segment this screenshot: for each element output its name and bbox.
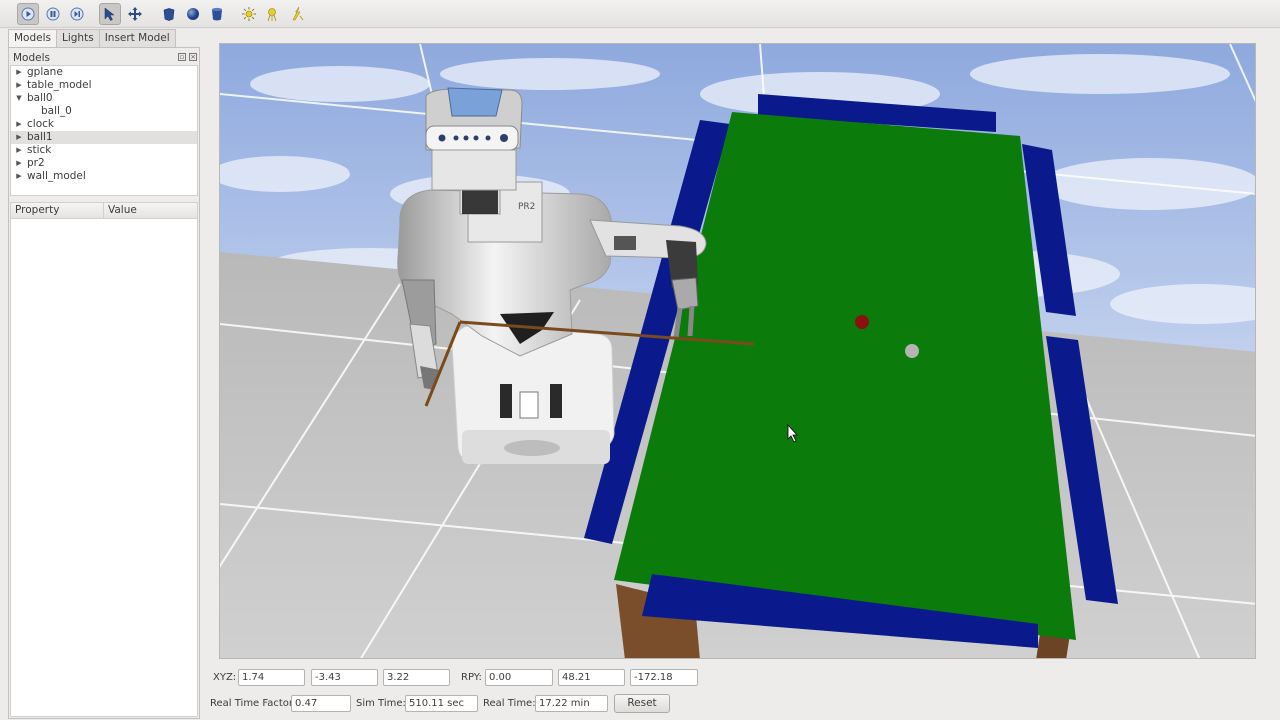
z-field[interactable]: 3.22 <box>383 669 450 686</box>
ball-white[interactable] <box>905 344 919 358</box>
time-bar: Real Time Factor: 0.47 Sim Time: 510.11 … <box>210 693 1264 715</box>
sim-time-label: Sim Time: <box>356 698 406 709</box>
step-icon <box>70 7 84 21</box>
expand-arrow-icon[interactable]: ▶ <box>14 131 24 144</box>
panel-tabs: Models Lights Insert Model <box>8 29 176 48</box>
xyz-label: XYZ: <box>213 672 237 683</box>
sim-time-field: 510.11 sec <box>405 695 478 712</box>
expand-arrow-icon[interactable]: ▶ <box>14 66 24 79</box>
expand-arrow-icon[interactable]: ▶ <box>14 144 24 157</box>
tree-item-label: gplane <box>27 66 63 78</box>
x-field[interactable]: 1.74 <box>238 669 305 686</box>
sphere-icon <box>187 8 199 20</box>
yaw-field[interactable]: -172.18 <box>630 669 698 686</box>
step-button[interactable] <box>66 3 88 25</box>
float-icon[interactable]: ▫ <box>178 53 186 61</box>
tree-item-pr2[interactable]: ▶ pr2 <box>11 157 197 170</box>
spot-light-button[interactable] <box>262 3 284 25</box>
reset-button[interactable]: Reset <box>614 694 670 713</box>
tree-item-label: ball0 <box>27 92 53 104</box>
real-time-label: Real Time: <box>483 698 536 709</box>
tree-item-ball-0-link[interactable]: ball_0 <box>11 105 197 118</box>
models-panel: Models ▫ × ▶ gplane ▶ table_model ▼ ball… <box>8 47 200 719</box>
models-tree: ▶ gplane ▶ table_model ▼ ball0 ball_0 ▶ … <box>10 65 198 196</box>
pause-icon <box>46 7 60 21</box>
tree-item-table-model[interactable]: ▶ table_model <box>11 79 197 92</box>
tree-item-label: wall_model <box>27 170 86 182</box>
insert-cylinder-button[interactable] <box>206 3 228 25</box>
tab-models[interactable]: Models <box>8 29 57 48</box>
point-light-button[interactable] <box>238 3 260 25</box>
rpy-label: RPY: <box>461 672 482 683</box>
ball-red[interactable] <box>855 315 869 329</box>
expand-arrow-icon[interactable]: ▶ <box>14 79 24 92</box>
property-table-header: Property Value <box>10 202 198 219</box>
tree-item-label: ball_0 <box>41 105 72 117</box>
tree-item-gplane[interactable]: ▶ gplane <box>11 66 197 79</box>
cylinder-icon <box>212 7 222 21</box>
tree-item-label: stick <box>27 144 52 156</box>
play-button[interactable] <box>17 3 39 25</box>
expand-arrow-icon[interactable]: ▶ <box>14 118 24 131</box>
real-time-factor-field: 0.47 <box>291 695 351 712</box>
tree-item-clock[interactable]: ▶ clock <box>11 118 197 131</box>
tree-item-label: pr2 <box>27 157 45 169</box>
tree-item-ball0[interactable]: ▼ ball0 <box>11 92 197 105</box>
tree-item-label: clock <box>27 118 54 130</box>
value-column-header[interactable]: Value <box>104 203 197 218</box>
tree-item-label: ball1 <box>27 131 53 143</box>
select-mode-button[interactable] <box>99 3 121 25</box>
pose-bar: XYZ: 1.74 -3.43 3.22 RPY: 0.00 48.21 -17… <box>210 667 1264 689</box>
translate-icon <box>128 7 142 21</box>
expand-arrow-icon[interactable]: ▶ <box>14 157 24 170</box>
tab-insert-model[interactable]: Insert Model <box>98 29 176 47</box>
point-light-icon <box>242 7 256 21</box>
close-icon[interactable]: × <box>189 53 197 61</box>
scene: PR2 <box>220 44 1255 658</box>
box-icon <box>163 8 175 21</box>
tree-item-label: table_model <box>27 79 92 91</box>
directional-light-icon <box>292 6 304 21</box>
property-column-header[interactable]: Property <box>11 203 104 218</box>
y-field[interactable]: -3.43 <box>311 669 378 686</box>
play-icon <box>21 7 35 21</box>
tab-lights[interactable]: Lights <box>56 29 100 47</box>
directional-light-button[interactable] <box>286 3 308 25</box>
collapse-arrow-icon[interactable]: ▼ <box>14 92 24 105</box>
render-viewport[interactable]: PR2 <box>219 43 1256 659</box>
tree-item-ball1[interactable]: ▶ ball1 <box>11 131 197 144</box>
pitch-field[interactable]: 48.21 <box>558 669 625 686</box>
robot-label: PR2 <box>518 202 535 212</box>
tree-item-stick[interactable]: ▶ stick <box>11 144 197 157</box>
translate-mode-button[interactable] <box>124 3 146 25</box>
tree-item-wall-model[interactable]: ▶ wall_model <box>11 170 197 183</box>
models-header: Models <box>13 52 50 64</box>
real-time-factor-label: Real Time Factor: <box>210 698 297 709</box>
roll-field[interactable]: 0.00 <box>485 669 553 686</box>
real-time-field: 17.22 min <box>535 695 608 712</box>
toolbar <box>0 0 1280 28</box>
select-arrow-icon <box>104 7 115 21</box>
expand-arrow-icon[interactable]: ▶ <box>14 170 24 183</box>
pause-button[interactable] <box>42 3 64 25</box>
property-table <box>10 219 198 717</box>
spot-light-icon <box>267 8 277 22</box>
left-panel: Models Lights Insert Model Models ▫ × ▶ … <box>8 29 200 719</box>
insert-box-button[interactable] <box>158 3 180 25</box>
insert-sphere-button[interactable] <box>182 3 204 25</box>
